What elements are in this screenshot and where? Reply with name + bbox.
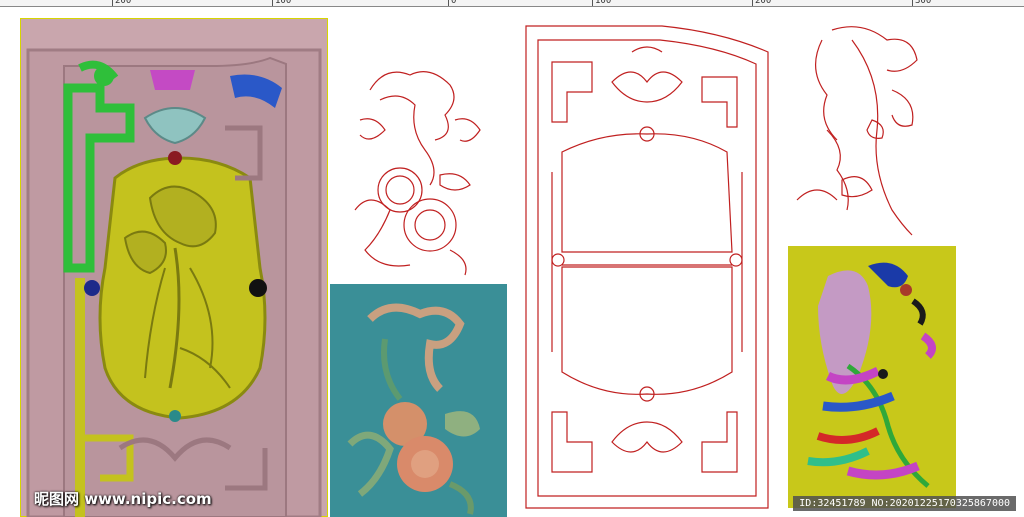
- ruler-label: 0: [451, 0, 457, 6]
- ruler-label: 100: [595, 0, 612, 6]
- top-ruler: 200 100 0 100 200 300: [0, 0, 1024, 7]
- ruler-tick: [752, 0, 753, 6]
- relief-door-panel: 昵图网 www.nipic.com: [20, 18, 328, 517]
- ruler-label: 100: [275, 0, 292, 6]
- line-door-drawing: [522, 22, 772, 512]
- ruler-tick: [592, 0, 593, 6]
- ruler-tick: [912, 0, 913, 6]
- ribbon-line-drawing: [792, 20, 932, 240]
- teal-gourd-relief: [330, 284, 507, 517]
- ruler-label: 200: [755, 0, 772, 6]
- ruler-label: 300: [915, 0, 932, 6]
- ruler-tick: [448, 0, 449, 6]
- gourd-line-drawing: [340, 60, 500, 280]
- ruler-tick: [272, 0, 273, 6]
- watermark: 昵图网 www.nipic.com: [34, 490, 212, 508]
- ruler-tick: [112, 0, 113, 6]
- image-id-tag: ID:32451789 NO:20201225170325867000: [793, 496, 1016, 511]
- colored-ribbon-relief: [788, 246, 956, 508]
- ruler-label: 200: [115, 0, 132, 6]
